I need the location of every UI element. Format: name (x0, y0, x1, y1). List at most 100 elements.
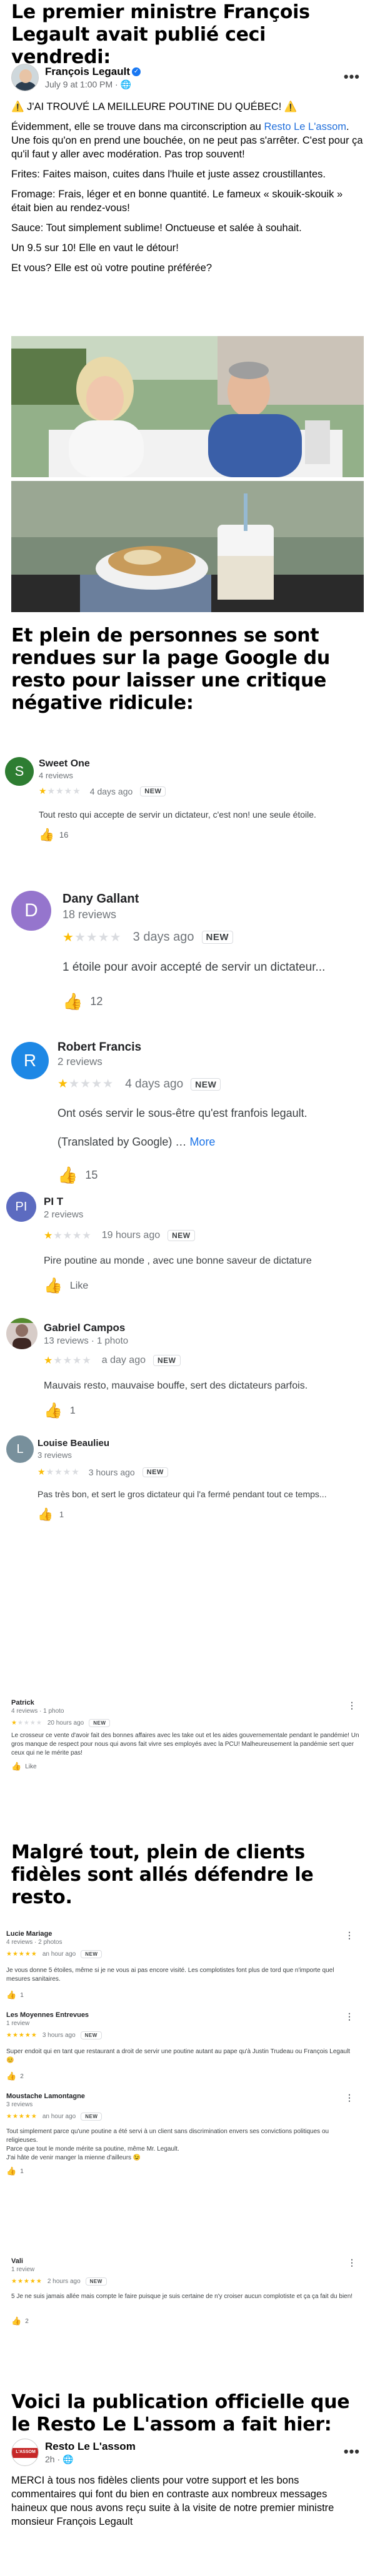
reviewer-name[interactable]: Lucie Mariage (6, 1930, 52, 1938)
thumbs-up-icon: 👍 (11, 1761, 22, 1771)
review-time: an hour ago (42, 1951, 76, 1958)
more-options-icon[interactable]: ••• (344, 69, 360, 85)
globe-icon: 🌐 (120, 79, 132, 89)
reviewer-name[interactable]: Robert Francis (58, 1041, 141, 1054)
like-button[interactable]: 👍 2 (6, 2071, 24, 2081)
post-photo-people[interactable] (11, 336, 364, 477)
review-count: 1 review (6, 2020, 30, 2027)
avatar-photo (6, 1318, 38, 1349)
new-badge: NEW (153, 1355, 181, 1366)
avatar[interactable]: R (11, 1042, 49, 1079)
avatar[interactable] (11, 64, 39, 91)
star-rating-icon: ★★★★★ (39, 786, 81, 796)
review-text: Mauvais resto, mauvaise bouffe, sert des… (44, 1380, 308, 1391)
like-button[interactable]: 👍 12 (62, 992, 102, 1011)
like-count: 15 (85, 1169, 98, 1181)
new-badge: NEW (140, 786, 166, 796)
resto-logo-icon[interactable]: L'ASSOM (11, 2439, 39, 2466)
review-meta: ★★★★★ 3 days ago NEW (62, 929, 234, 945)
new-badge: NEW (80, 2031, 102, 2039)
avatar[interactable] (6, 1318, 38, 1349)
new-badge: NEW (85, 2277, 107, 2286)
like-button[interactable]: 👍 1 (44, 1402, 76, 1420)
review-card: D Dany Gallant 18 reviews ★★★★★ 3 days a… (0, 874, 375, 1011)
like-button[interactable]: 👍 16 (39, 827, 68, 843)
post-line: ⚠️ J'AI TROUVÉ LA MEILLEURE POUTINE DU Q… (11, 101, 298, 112)
reviewer-name[interactable]: Moustache Lamontagne (6, 2093, 85, 2100)
like-button[interactable]: 👍 Like (11, 1761, 37, 1771)
review-meta: ★★★★★ 3 hours ago NEW (6, 2031, 102, 2039)
more-options-icon[interactable]: ⋮ (345, 1930, 354, 1941)
like-button[interactable]: 👍 2 (11, 2316, 29, 2326)
review-card: L Louise Beaulieu 3 reviews ★★★★★ 3 hour… (0, 1434, 375, 1522)
reviewer-name[interactable]: Les Moyennes Entrevues (6, 2011, 89, 2019)
new-badge: NEW (81, 2113, 102, 2121)
reviewer-name[interactable]: Vali (11, 2257, 23, 2265)
globe-icon: 🌐 (62, 2454, 74, 2464)
review-card: Patrick 4 reviews · 1 photo ⋮ ★★★★★ 20 h… (0, 1699, 375, 1793)
resto-facebook-post: L'ASSOM Resto Le L'assom 2h · 🌐 ••• MERC… (0, 2434, 375, 2529)
like-count: 2 (25, 2317, 29, 2325)
more-options-icon[interactable]: ⋮ (348, 1700, 356, 1711)
thumbs-up-icon: 👍 (62, 992, 83, 1011)
more-options-icon[interactable]: ••• (344, 2444, 360, 2460)
review-time: 20 hours ago (47, 1720, 84, 1726)
review-count: 4 reviews · 1 photo (11, 1708, 64, 1715)
post-text: Évidemment, elle se trouve dans ma circo… (11, 121, 264, 132)
avatar[interactable]: D (11, 891, 51, 931)
avatar[interactable]: S (5, 757, 34, 786)
more-link[interactable]: More (189, 1136, 215, 1148)
post-date[interactable]: 2h · (45, 2454, 60, 2464)
post-author[interactable]: François Legault (45, 66, 130, 77)
avatar[interactable]: L (6, 1435, 34, 1463)
post-date[interactable]: July 9 at 1:00 PM · (45, 79, 118, 89)
reviewer-name[interactable]: Patrick (11, 1699, 34, 1707)
reviewer-name[interactable]: PI T (44, 1196, 63, 1208)
review-meta: ★★★★★ an hour ago NEW (6, 2113, 102, 2121)
review-count: 2 reviews (58, 1056, 102, 1068)
review-time: 3 hours ago (42, 2032, 76, 2039)
new-badge: NEW (168, 1230, 195, 1241)
review-count: 4 reviews (39, 771, 73, 780)
photo-poutine-image (11, 481, 364, 612)
review-card: PI PI T 2 reviews ★★★★★ 19 hours ago NEW… (0, 1192, 375, 1298)
reviewer-name[interactable]: Gabriel Campos (44, 1322, 125, 1334)
like-count: 1 (20, 2167, 24, 2175)
star-rating-icon: ★★★★★ (6, 2113, 38, 2120)
like-button[interactable]: 👍 Like (44, 1277, 88, 1295)
resto-link[interactable]: Resto Le L'assom (264, 121, 346, 132)
reviewer-name[interactable]: Dany Gallant (62, 892, 139, 906)
review-text: Super endoit qui en tant que restaurant … (6, 2048, 351, 2064)
post-photo-poutine[interactable] (11, 481, 364, 612)
more-options-icon[interactable]: ⋮ (348, 2257, 356, 2268)
review-text: Tout resto qui accepte de servir un dict… (39, 810, 316, 820)
avatar[interactable]: PI (6, 1192, 36, 1222)
reviews-heading: Et plein de personnes se sont rendues su… (11, 625, 330, 714)
like-count: 12 (90, 995, 103, 1008)
like-button[interactable]: 👍 15 (58, 1166, 98, 1185)
review-text: Pire poutine au monde , avec une bonne s… (44, 1256, 312, 1266)
reviewer-name[interactable]: Louise Beaulieu (38, 1438, 109, 1449)
thumbs-up-icon: 👍 (44, 1402, 62, 1419)
review-card: Lucie Mariage 4 reviews · 2 photos ⋮ ★★★… (0, 1930, 375, 2005)
review-count: 13 reviews · 1 photo (44, 1335, 129, 1346)
more-options-icon[interactable]: ⋮ (345, 2011, 354, 2022)
reviewer-name[interactable]: Sweet One (39, 758, 90, 770)
like-count: 1 (20, 1991, 24, 1999)
review-meta: ★★★★★ 3 hours ago NEW (38, 1467, 168, 1477)
defenders-heading: Malgré tout, plein de clients fidèles so… (11, 1841, 314, 1908)
like-button[interactable]: 👍 1 (6, 2166, 24, 2176)
review-time: 4 days ago (125, 1077, 184, 1091)
post-header: François Legault ✓ July 9 at 1:00 PM · 🌐 … (0, 59, 375, 96)
review-count: 4 reviews · 2 photos (6, 1939, 62, 1946)
review-time: an hour ago (42, 2113, 76, 2120)
review-meta: ★★★★★ a day ago NEW (44, 1354, 181, 1367)
like-button[interactable]: 👍 1 (6, 1990, 24, 2000)
review-time: 3 days ago (132, 930, 194, 944)
like-button[interactable]: 👍 1 (38, 1507, 64, 1522)
star-rating-icon: ★★★★★ (38, 1467, 80, 1477)
post-author[interactable]: Resto Le L'assom (45, 2440, 136, 2453)
review-count: 2 reviews (44, 1209, 84, 1220)
more-options-icon[interactable]: ⋮ (345, 2093, 354, 2103)
review-time: a day ago (101, 1355, 146, 1365)
